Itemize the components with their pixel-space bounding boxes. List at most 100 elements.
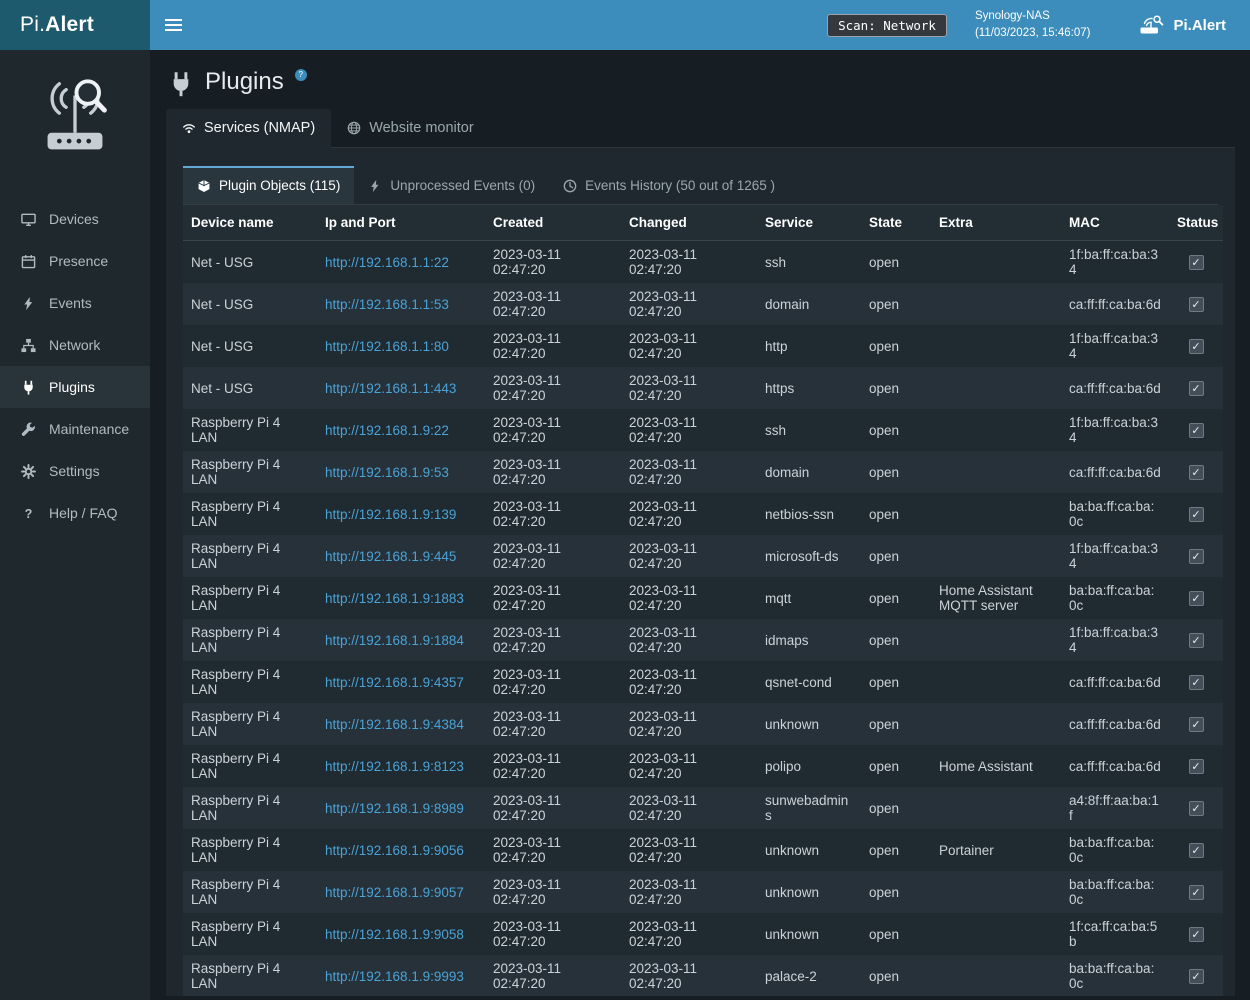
ip-port-link[interactable]: http://192.168.1.9:22: [325, 423, 449, 438]
ip-port-link[interactable]: http://192.168.1.1:443: [325, 381, 456, 396]
cell-service: domain: [757, 283, 861, 325]
ip-port-link[interactable]: http://192.168.1.9:9058: [325, 927, 464, 942]
sidebar-item-label: Events: [49, 295, 92, 311]
tab[interactable]: Unprocessed Events (0): [354, 166, 549, 204]
cell-service: unknown: [757, 913, 861, 955]
cell-extra: [931, 787, 1061, 829]
tab-label: Events History (50 out of 1265 ): [585, 178, 775, 193]
topbar-brand-link[interactable]: Pi.Alert: [1138, 15, 1250, 35]
status-checkbox[interactable]: [1189, 633, 1204, 648]
globe-icon: [347, 121, 361, 135]
status-checkbox[interactable]: [1189, 423, 1204, 438]
sidebar-item[interactable]: ? Help / FAQ: [0, 492, 150, 534]
table-row: Net - USG http://192.168.1.1:22 2023-03-…: [183, 241, 1223, 284]
status-checkbox[interactable]: [1189, 717, 1204, 732]
status-checkbox[interactable]: [1189, 465, 1204, 480]
ip-port-link[interactable]: http://192.168.1.9:139: [325, 507, 456, 522]
status-checkbox[interactable]: [1189, 801, 1204, 816]
cell-state: open: [861, 451, 931, 493]
cell-created: 2023-03-11 02:47:20: [485, 871, 621, 913]
column-header[interactable]: Changed: [621, 205, 757, 241]
column-header[interactable]: State: [861, 205, 931, 241]
cell-mac: ca:ff:ff:ca:ba:6d: [1061, 745, 1169, 787]
sidebar-item[interactable]: Events: [0, 282, 150, 324]
ip-port-link[interactable]: http://192.168.1.9:53: [325, 465, 449, 480]
ip-port-link[interactable]: http://192.168.1.9:4384: [325, 717, 464, 732]
cell-extra: [931, 535, 1061, 577]
ip-port-link[interactable]: http://192.168.1.9:8989: [325, 801, 464, 816]
cell-device-name: Net - USG: [183, 241, 317, 284]
sidebar-item[interactable]: Maintenance: [0, 408, 150, 450]
cell-service: unknown: [757, 871, 861, 913]
wrench-icon: [20, 422, 37, 437]
status-checkbox[interactable]: [1189, 969, 1204, 984]
ip-port-link[interactable]: http://192.168.1.9:9056: [325, 843, 464, 858]
cell-state: open: [861, 241, 931, 284]
table-row: Raspberry Pi 4 LAN http://192.168.1.9:90…: [183, 871, 1223, 913]
ip-port-link[interactable]: http://192.168.1.1:22: [325, 255, 449, 270]
cell-state: open: [861, 577, 931, 619]
cell-created: 2023-03-11 02:47:20: [485, 283, 621, 325]
table-row: Raspberry Pi 4 LAN http://192.168.1.9:13…: [183, 493, 1223, 535]
cell-extra: [931, 703, 1061, 745]
cell-device-name: Raspberry Pi 4 LAN: [183, 577, 317, 619]
cell-mac: 1f:ca:ff:ca:ba:5b: [1061, 913, 1169, 955]
tab[interactable]: Plugin Objects (115): [183, 166, 354, 204]
ip-port-link[interactable]: http://192.168.1.9:1883: [325, 591, 464, 606]
ip-port-link[interactable]: http://192.168.1.9:9993: [325, 969, 464, 984]
sidebar-item[interactable]: Settings: [0, 450, 150, 492]
sidebar-toggle-button[interactable]: [150, 0, 196, 50]
column-header[interactable]: Service: [757, 205, 861, 241]
cell-state: open: [861, 745, 931, 787]
status-checkbox[interactable]: [1189, 339, 1204, 354]
ip-port-link[interactable]: http://192.168.1.9:445: [325, 549, 456, 564]
status-checkbox[interactable]: [1189, 591, 1204, 606]
column-header[interactable]: Ip and Port: [317, 205, 485, 241]
ip-port-link[interactable]: http://192.168.1.9:8123: [325, 759, 464, 774]
sidebar-logo-header[interactable]: Pi.Alert: [0, 0, 150, 50]
cell-mac: ba:ba:ff:ca:ba:0c: [1061, 871, 1169, 913]
status-checkbox[interactable]: [1189, 927, 1204, 942]
cell-mac: 1f:ba:ff:ca:ba:34: [1061, 409, 1169, 451]
sidebar-item[interactable]: Network: [0, 324, 150, 366]
cell-device-name: Raspberry Pi 4 LAN: [183, 535, 317, 577]
question-icon: ?: [20, 506, 37, 521]
cell-service: https: [757, 367, 861, 409]
ip-port-link[interactable]: http://192.168.1.1:80: [325, 339, 449, 354]
ip-port-link[interactable]: http://192.168.1.1:53: [325, 297, 449, 312]
status-checkbox[interactable]: [1189, 507, 1204, 522]
cell-device-name: Raspberry Pi 4 LAN: [183, 619, 317, 661]
status-checkbox[interactable]: [1189, 759, 1204, 774]
ip-port-link[interactable]: http://192.168.1.9:4357: [325, 675, 464, 690]
cell-mac: ca:ff:ff:ca:ba:6d: [1061, 283, 1169, 325]
sidebar-item[interactable]: Plugins: [0, 366, 150, 408]
cell-changed: 2023-03-11 02:47:20: [621, 871, 757, 913]
cell-changed: 2023-03-11 02:47:20: [621, 409, 757, 451]
table-row: Net - USG http://192.168.1.1:80 2023-03-…: [183, 325, 1223, 367]
status-checkbox[interactable]: [1189, 381, 1204, 396]
status-checkbox[interactable]: [1189, 549, 1204, 564]
sidebar-item[interactable]: Devices: [0, 198, 150, 240]
table-row: Raspberry Pi 4 LAN http://192.168.1.9:53…: [183, 451, 1223, 493]
ip-port-link[interactable]: http://192.168.1.9:1884: [325, 633, 464, 648]
status-checkbox[interactable]: [1189, 255, 1204, 270]
help-badge[interactable]: ?: [295, 69, 307, 81]
cell-service: ssh: [757, 409, 861, 451]
sidebar-item[interactable]: Presence: [0, 240, 150, 282]
column-header[interactable]: MAC: [1061, 205, 1169, 241]
ip-port-link[interactable]: http://192.168.1.9:9057: [325, 885, 464, 900]
column-header[interactable]: Status: [1169, 205, 1223, 241]
column-header[interactable]: Created: [485, 205, 621, 241]
status-checkbox[interactable]: [1189, 885, 1204, 900]
cell-service: netbios-ssn: [757, 493, 861, 535]
tab[interactable]: Events History (50 out of 1265 ): [549, 166, 789, 204]
status-checkbox[interactable]: [1189, 297, 1204, 312]
column-header[interactable]: Extra: [931, 205, 1061, 241]
column-header[interactable]: Device name: [183, 205, 317, 241]
tab[interactable]: Services (NMAP): [166, 109, 331, 148]
status-checkbox[interactable]: [1189, 675, 1204, 690]
status-checkbox[interactable]: [1189, 843, 1204, 858]
cell-changed: 2023-03-11 02:47:20: [621, 619, 757, 661]
top-navbar: Scan: Network Synology-NAS (11/03/2023, …: [150, 0, 1250, 50]
tab[interactable]: Website monitor: [331, 109, 490, 148]
